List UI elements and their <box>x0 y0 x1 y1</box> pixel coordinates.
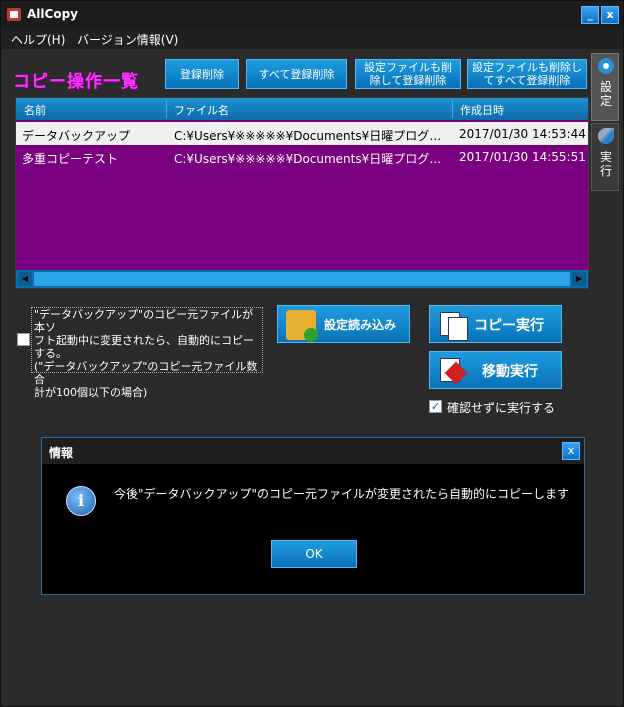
table-row[interactable]: データバックアップ C:¥Users¥※※※※※¥Documents¥日曜プログ… <box>16 122 588 145</box>
delete-all-with-settings-label-1: 設定ファイルも削除し <box>472 61 582 74</box>
auto-copy-text-4: ("データバックアップ"のコピー元ファイル数合 <box>34 360 258 386</box>
scroll-thumb[interactable] <box>34 272 570 286</box>
menu-help[interactable]: ヘルプ(H) <box>11 31 65 48</box>
move-icon <box>438 356 468 386</box>
tab-settings-label: 設定 <box>599 80 612 108</box>
copy-icon <box>438 310 468 341</box>
tab-execute[interactable]: 実行 <box>591 123 619 191</box>
tab-settings[interactable]: 設定 <box>591 53 619 121</box>
auto-copy-text-1: "データバックアップ"のコピー元ファイルが本ソ <box>34 308 254 334</box>
auto-copy-description[interactable]: "データバックアップ"のコピー元ファイルが本ソ フト起動中に変更されたら、自動的… <box>31 307 263 399</box>
move-run-label: 移動実行 <box>482 364 538 380</box>
cell-file: C:¥Users¥※※※※※¥Documents¥日曜プログ… <box>174 152 442 166</box>
sidebar: 設定 実行 <box>589 49 623 706</box>
cell-created: 2017/01/30 14:55:51 <box>459 150 586 164</box>
move-run-button[interactable]: 移動実行 <box>429 351 562 389</box>
delete-all-with-settings-button[interactable]: 設定ファイルも削除し てすべて登録削除 <box>467 59 587 89</box>
cell-file: C:¥Users¥※※※※※¥Documents¥日曜プログ… <box>174 129 442 143</box>
tab-execute-label: 実行 <box>599 150 612 178</box>
delete-entry-button[interactable]: 登録削除 <box>165 59 239 89</box>
delete-with-settings-button[interactable]: 設定ファイルも削 除して登録削除 <box>355 59 461 89</box>
app-window: AllCopy _ x ヘルプ(H) バージョン情報(V) コピー操作一覧 登録… <box>0 0 624 707</box>
app-logo-icon <box>7 8 21 21</box>
folder-load-icon <box>286 310 318 342</box>
menu-bar: ヘルプ(H) バージョン情報(V) <box>1 29 623 49</box>
delete-all-button[interactable]: すべて登録削除 <box>246 59 347 89</box>
close-window-button[interactable]: x <box>601 6 619 24</box>
dialog-message: 今後"データバックアップ"のコピー元ファイルが変更されたら自動的にコピーします <box>114 487 570 501</box>
info-dialog: 情報 x i 今後"データバックアップ"のコピー元ファイルが変更されたら自動的に… <box>41 437 585 595</box>
delete-with-settings-label-1: 設定ファイルも削 <box>364 61 452 74</box>
no-confirm-checkbox[interactable]: ✓ <box>429 400 442 413</box>
gear-icon <box>598 58 614 74</box>
delete-all-with-settings-label-2: てすべて登録削除 <box>483 74 571 87</box>
ok-button[interactable]: OK <box>271 540 357 568</box>
load-settings-label: 設定読み込み <box>324 318 397 332</box>
dialog-close-button[interactable]: x <box>562 442 580 460</box>
cell-name: データバックアップ <box>22 129 131 143</box>
column-header-name[interactable]: 名前 <box>24 102 46 118</box>
menu-version-info[interactable]: バージョン情報(V) <box>77 31 178 48</box>
cell-name: 多重コピーテスト <box>22 152 119 166</box>
delete-entry-label: 登録削除 <box>180 67 224 81</box>
window-title: AllCopy <box>27 7 78 21</box>
copy-run-button[interactable]: コピー実行 <box>429 305 562 343</box>
delete-with-settings-label-2: 除して登録削除 <box>369 74 447 87</box>
page-title: コピー操作一覧 <box>13 72 139 92</box>
cell-created: 2017/01/30 14:53:44 <box>459 127 586 141</box>
copy-run-label: コピー実行 <box>474 318 544 334</box>
auto-copy-text-5: 計が100個以下の場合) <box>34 386 148 399</box>
minimize-button[interactable]: _ <box>581 6 599 24</box>
scroll-left-arrow[interactable]: ◀ <box>18 272 32 286</box>
info-icon: i <box>66 486 96 516</box>
dialog-title: 情報 <box>49 446 74 460</box>
auto-copy-checkbox[interactable] <box>17 333 30 346</box>
load-settings-button[interactable]: 設定読み込み <box>277 305 410 343</box>
table-row[interactable]: 多重コピーテスト C:¥Users¥※※※※※¥Documents¥日曜プログ…… <box>16 145 588 168</box>
table-header: 名前 ファイル名 作成日時 <box>16 98 588 120</box>
column-divider[interactable] <box>166 100 167 118</box>
scroll-right-arrow[interactable]: ▶ <box>572 272 586 286</box>
rocket-icon <box>598 128 614 144</box>
horizontal-scrollbar[interactable]: ◀ ▶ <box>16 270 588 288</box>
column-header-file[interactable]: ファイル名 <box>174 102 229 118</box>
auto-copy-text-2: フト起動中に変更されたら、自動的にコピー <box>34 334 254 347</box>
column-divider[interactable] <box>452 100 453 118</box>
dialog-title-bar[interactable]: 情報 x <box>42 438 584 464</box>
column-header-created[interactable]: 作成日時 <box>460 102 504 118</box>
auto-copy-text-3: する。 <box>34 347 67 360</box>
no-confirm-label[interactable]: 確認せずに実行する <box>447 399 555 416</box>
title-bar[interactable]: AllCopy _ x <box>1 1 623 29</box>
delete-all-label: すべて登録削除 <box>258 67 335 81</box>
copy-operation-table: 名前 ファイル名 作成日時 データバックアップ C:¥Users¥※※※※※¥D… <box>15 97 589 289</box>
